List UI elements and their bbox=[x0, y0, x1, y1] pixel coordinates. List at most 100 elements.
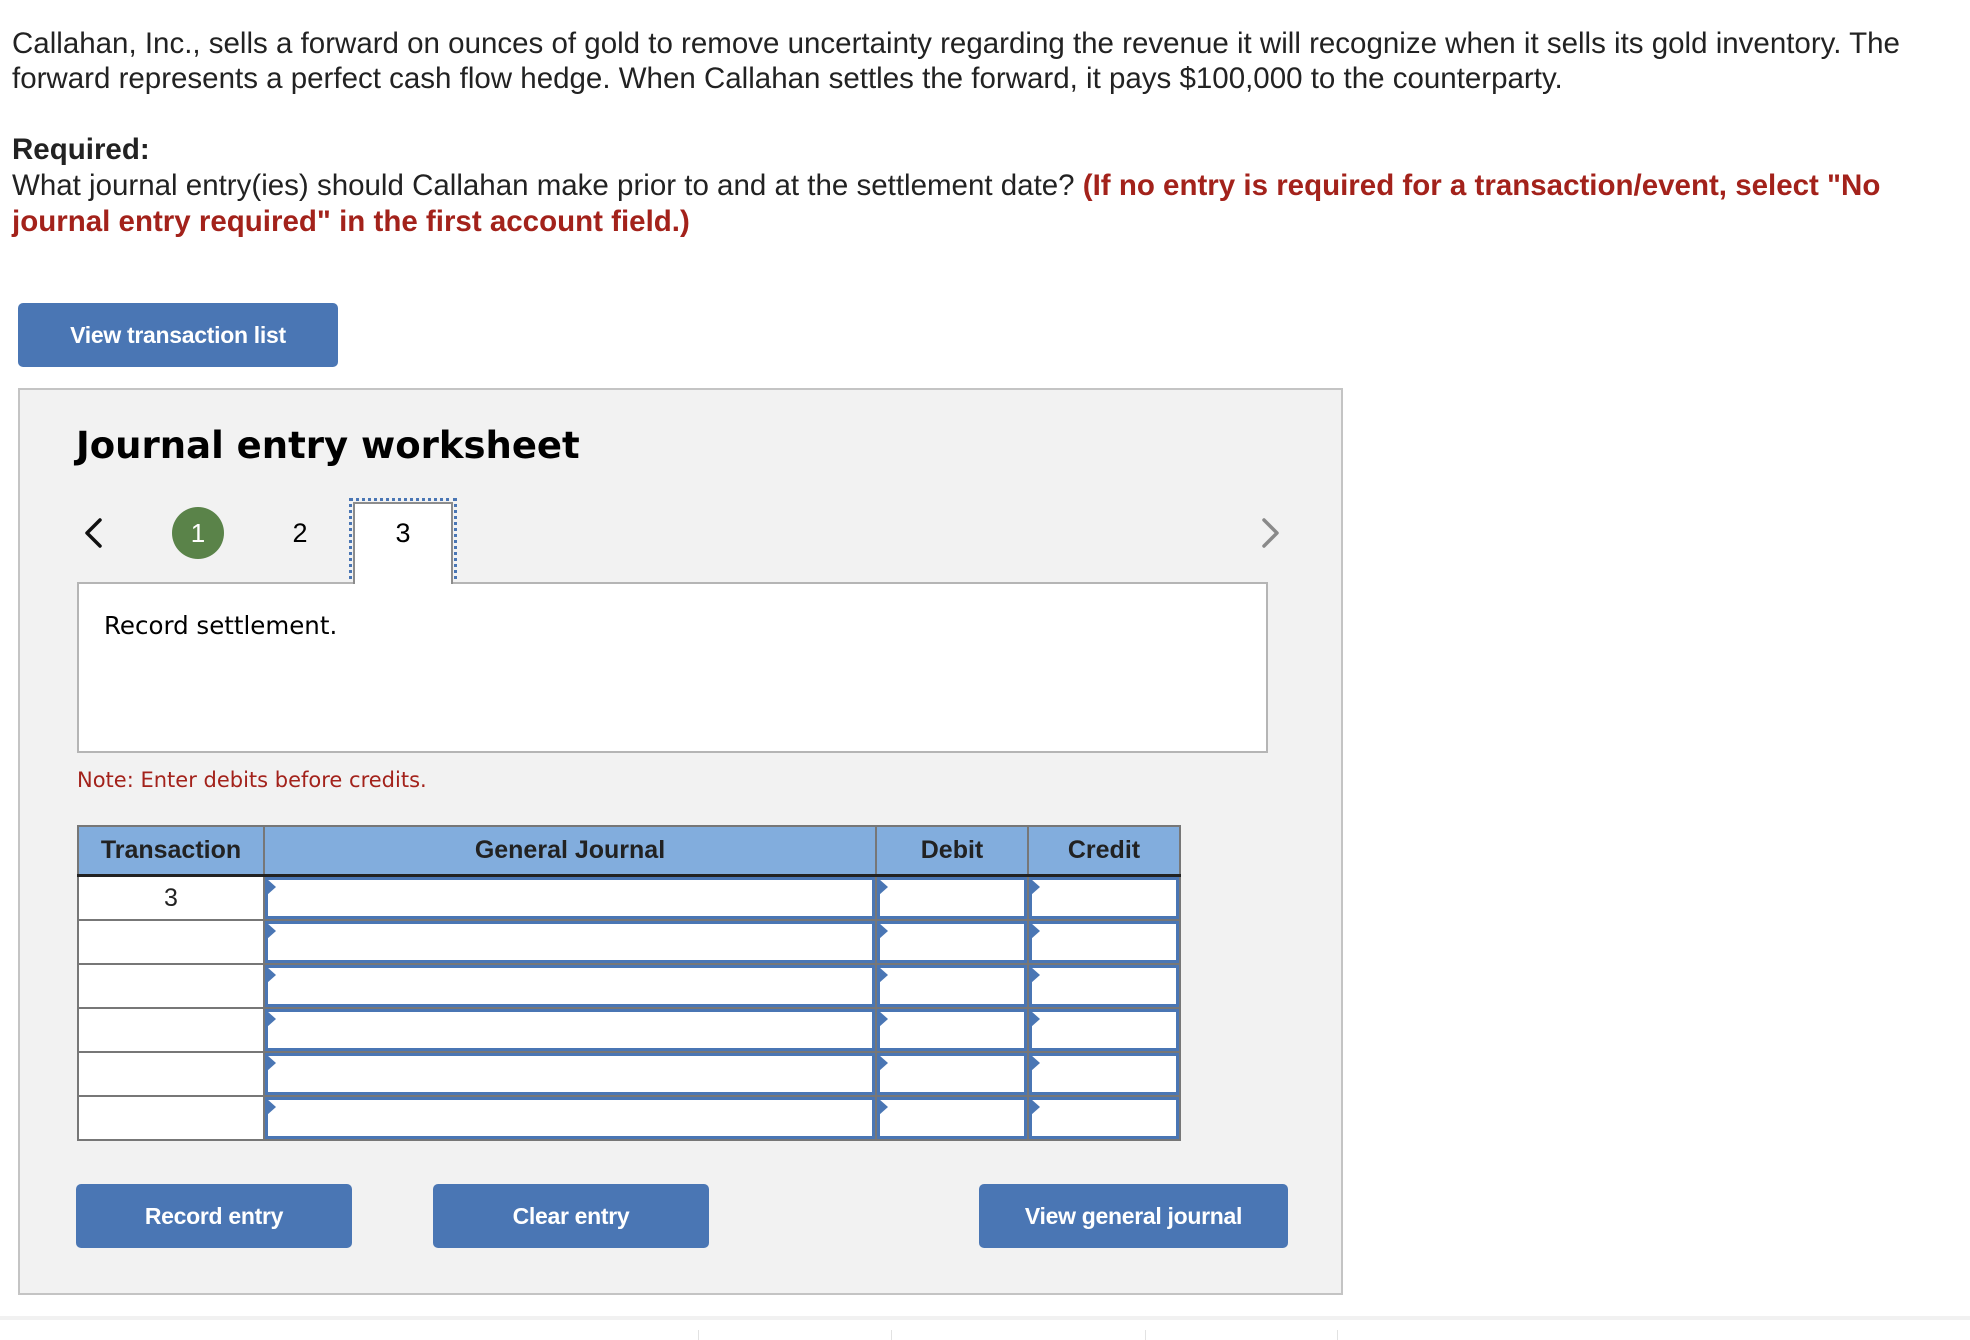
credit-cell bbox=[1027, 919, 1181, 965]
table-row bbox=[77, 963, 1181, 1009]
account-input-wrapper bbox=[265, 921, 875, 963]
step-1-tab[interactable]: 1 bbox=[172, 507, 224, 559]
account-dropdown-flag-icon bbox=[267, 923, 276, 939]
transaction-description-box bbox=[77, 582, 1268, 753]
header-transaction: Transaction bbox=[77, 825, 265, 877]
credit-cell bbox=[1027, 1051, 1181, 1097]
account-input[interactable] bbox=[268, 1012, 872, 1048]
debit-input[interactable] bbox=[880, 924, 1024, 960]
required-section: Required: What journal entry(ies) should… bbox=[12, 132, 1912, 240]
footer-divider bbox=[0, 1316, 1970, 1320]
credit-input-wrapper bbox=[1029, 921, 1179, 963]
credit-input[interactable] bbox=[1032, 880, 1176, 916]
debit-input-wrapper bbox=[877, 877, 1027, 919]
credit-input[interactable] bbox=[1032, 924, 1176, 960]
account-cell bbox=[263, 1007, 877, 1053]
header-credit: Credit bbox=[1027, 825, 1181, 877]
journal-table: Transaction General Journal Debit Credit… bbox=[77, 825, 1181, 1141]
account-input-wrapper bbox=[265, 965, 875, 1007]
account-input-wrapper bbox=[265, 1009, 875, 1051]
account-input[interactable] bbox=[268, 968, 872, 1004]
credit-cell bbox=[1027, 1095, 1181, 1141]
chevron-right-icon bbox=[1262, 518, 1279, 548]
credit-input[interactable] bbox=[1032, 1012, 1176, 1048]
required-heading: Required: bbox=[12, 133, 150, 166]
debit-input-wrapper bbox=[877, 1009, 1027, 1051]
credit-input[interactable] bbox=[1032, 1056, 1176, 1092]
question-text: Callahan, Inc., sells a forward on ounce… bbox=[12, 27, 1900, 95]
debit-input-wrapper bbox=[877, 1097, 1027, 1139]
debit-flag-icon bbox=[879, 923, 888, 939]
account-input-wrapper bbox=[265, 877, 875, 919]
debit-flag-icon bbox=[879, 1055, 888, 1071]
credit-input-wrapper bbox=[1029, 965, 1179, 1007]
record-entry-button[interactable]: Record entry bbox=[76, 1184, 352, 1248]
footer-separator bbox=[698, 1330, 699, 1340]
debit-flag-icon bbox=[879, 879, 888, 895]
debit-input[interactable] bbox=[880, 1100, 1024, 1136]
transaction-cell: 3 bbox=[77, 874, 265, 921]
footer-separator bbox=[891, 1330, 892, 1340]
header-debit: Debit bbox=[875, 825, 1029, 877]
worksheet-title: Journal entry worksheet bbox=[76, 424, 580, 467]
account-cell bbox=[263, 919, 877, 965]
transaction-cell bbox=[77, 1007, 265, 1053]
debit-flag-icon bbox=[879, 967, 888, 983]
credit-cell bbox=[1027, 1007, 1181, 1053]
debit-cell bbox=[875, 1007, 1029, 1053]
view-general-journal-button[interactable]: View general journal bbox=[979, 1184, 1288, 1248]
next-step-button[interactable] bbox=[1256, 514, 1284, 552]
table-row bbox=[77, 919, 1181, 965]
debit-flag-icon bbox=[879, 1011, 888, 1027]
debit-cell bbox=[875, 1095, 1029, 1141]
step-2-tab[interactable]: 2 bbox=[280, 507, 320, 559]
note-text: Note: Enter debits before credits. bbox=[77, 768, 427, 792]
account-cell bbox=[263, 1051, 877, 1097]
required-text: What journal entry(ies) should Callahan … bbox=[12, 169, 1075, 202]
credit-input[interactable] bbox=[1032, 968, 1176, 1004]
account-cell bbox=[263, 963, 877, 1009]
table-row bbox=[77, 1007, 1181, 1053]
credit-flag-icon bbox=[1031, 879, 1040, 895]
account-input-wrapper bbox=[265, 1053, 875, 1095]
account-dropdown-flag-icon bbox=[267, 879, 276, 895]
credit-flag-icon bbox=[1031, 923, 1040, 939]
debit-input[interactable] bbox=[880, 1012, 1024, 1048]
account-input[interactable] bbox=[268, 1056, 872, 1092]
credit-flag-icon bbox=[1031, 967, 1040, 983]
credit-flag-icon bbox=[1031, 1055, 1040, 1071]
account-input[interactable] bbox=[268, 924, 872, 960]
debit-input[interactable] bbox=[880, 968, 1024, 1004]
table-header-row: Transaction General Journal Debit Credit bbox=[77, 825, 1181, 877]
debit-input[interactable] bbox=[880, 880, 1024, 916]
transaction-cell bbox=[77, 919, 265, 965]
account-input-wrapper bbox=[265, 1097, 875, 1139]
view-transaction-list-button[interactable]: View transaction list bbox=[18, 303, 338, 367]
transaction-cell bbox=[77, 963, 265, 1009]
account-dropdown-flag-icon bbox=[267, 967, 276, 983]
debit-input-wrapper bbox=[877, 965, 1027, 1007]
debit-input-wrapper bbox=[877, 1053, 1027, 1095]
account-input[interactable] bbox=[268, 880, 872, 916]
credit-flag-icon bbox=[1031, 1099, 1040, 1115]
account-cell bbox=[263, 874, 877, 921]
credit-cell bbox=[1027, 874, 1181, 921]
debit-cell bbox=[875, 874, 1029, 921]
debit-cell bbox=[875, 919, 1029, 965]
debit-input[interactable] bbox=[880, 1056, 1024, 1092]
account-dropdown-flag-icon bbox=[267, 1011, 276, 1027]
credit-input[interactable] bbox=[1032, 1100, 1176, 1136]
transaction-cell bbox=[77, 1051, 265, 1097]
credit-input-wrapper bbox=[1029, 877, 1179, 919]
credit-cell bbox=[1027, 963, 1181, 1009]
credit-input-wrapper bbox=[1029, 1009, 1179, 1051]
step-3-tab[interactable]: 3 bbox=[353, 502, 453, 584]
header-general-journal: General Journal bbox=[263, 825, 877, 877]
transaction-description: Record settlement. bbox=[104, 611, 338, 640]
account-dropdown-flag-icon bbox=[267, 1099, 276, 1115]
debit-cell bbox=[875, 1051, 1029, 1097]
account-input[interactable] bbox=[268, 1100, 872, 1136]
prev-step-button[interactable] bbox=[80, 514, 108, 552]
account-cell bbox=[263, 1095, 877, 1141]
clear-entry-button[interactable]: Clear entry bbox=[433, 1184, 709, 1248]
